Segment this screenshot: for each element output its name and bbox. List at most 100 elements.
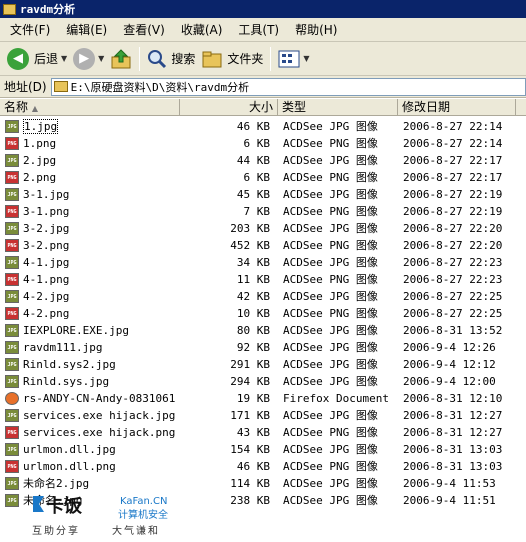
toolbar-separator	[139, 46, 141, 71]
file-size: 46 KB	[236, 460, 270, 473]
jpg-file-icon: JPG	[5, 494, 19, 507]
file-modified: 2006-8-27 22:23	[403, 273, 503, 286]
column-type[interactable]: 类型	[278, 99, 398, 116]
file-type: ACDSee PNG 图像	[283, 273, 378, 286]
title-bar: ravdm分析	[0, 0, 526, 18]
file-row[interactable]: PNG urlmon.dll.png 46 KB ACDSee PNG 图像 2006-…	[0, 458, 526, 475]
file-row[interactable]: PNG 2.png 6 KB ACDSee PNG 图像 2006-8-27 22:17	[0, 169, 526, 186]
file-row[interactable]: JPG 1.jpg 46 KB ACDSee JPG 图像 2006-8-27 22:1…	[0, 118, 526, 135]
file-row[interactable]: PNG 4-2.png 10 KB ACDSee PNG 图像 2006-8-27 22…	[0, 305, 526, 322]
file-row[interactable]: PNG 3-2.png 452 KB ACDSee PNG 图像 2006-8-27 2…	[0, 237, 526, 254]
file-size: 45 KB	[236, 188, 270, 201]
menu-favorites[interactable]: 收藏(A)	[173, 21, 231, 38]
file-size: 452 KB	[230, 239, 270, 252]
file-row[interactable]: JPG 2.jpg 44 KB ACDSee JPG 图像 2006-8-27 22:1…	[0, 152, 526, 169]
jpg-file-icon: JPG	[5, 256, 19, 269]
file-name: urlmon.dll.png	[23, 460, 116, 473]
menu-tools[interactable]: 工具(T)	[230, 21, 287, 38]
menu-edit[interactable]: 编辑(E)	[58, 21, 115, 38]
file-row[interactable]: JPG IEXPLORE.EXE.jpg 80 KB ACDSee JPG 图像 200…	[0, 322, 526, 339]
file-modified: 2006-9-4 12:12	[403, 358, 496, 371]
file-name: Rinld.sys.jpg	[23, 375, 110, 388]
jpg-file-icon: JPG	[5, 375, 19, 388]
file-name: 2.jpg	[23, 154, 57, 167]
folders-button[interactable]: 文件夹	[198, 45, 266, 73]
jpg-file-icon: JPG	[5, 290, 19, 303]
search-label: 搜索	[171, 52, 196, 66]
menu-help[interactable]: 帮助(H)	[287, 21, 345, 38]
file-row[interactable]: JPG 3-1.jpg 45 KB ACDSee JPG 图像 2006-8-27 22…	[0, 186, 526, 203]
file-size: 34 KB	[236, 256, 270, 269]
column-modified[interactable]: 修改日期	[398, 99, 516, 116]
file-row[interactable]: JPG services.exe hijack.jpg 171 KB ACDSee J…	[0, 407, 526, 424]
file-row[interactable]: JPG Rinld.sys.jpg 294 KB ACDSee JPG 图像 2006-…	[0, 373, 526, 390]
file-type: ACDSee PNG 图像	[283, 307, 378, 320]
file-row[interactable]: JPG ravdm111.jpg 92 KB ACDSee JPG 图像 2006-9-…	[0, 339, 526, 356]
chevron-down-icon[interactable]: ▼	[61, 54, 67, 63]
views-button[interactable]: ▼	[275, 45, 312, 73]
file-row[interactable]: JPG urlmon.dll.jpg 154 KB ACDSee JPG 图像 2006…	[0, 441, 526, 458]
file-type: ACDSee JPG 图像	[283, 477, 378, 490]
file-size: 238 KB	[230, 494, 270, 507]
file-type: ACDSee PNG 图像	[283, 460, 378, 473]
jpg-file-icon: JPG	[5, 409, 19, 422]
file-row[interactable]: PNG 4-1.png 11 KB ACDSee PNG 图像 2006-8-27 22…	[0, 271, 526, 288]
file-row[interactable]: PNG services.exe hijack.png 43 KB ACDSee PN…	[0, 424, 526, 441]
png-file-icon: PNG	[5, 460, 19, 473]
file-size: 80 KB	[236, 324, 270, 337]
file-size: 294 KB	[230, 375, 270, 388]
file-modified: 2006-8-27 22:20	[403, 222, 503, 235]
views-icon	[278, 50, 300, 67]
png-file-icon: PNG	[5, 137, 19, 150]
file-size: 291 KB	[230, 358, 270, 371]
file-row[interactable]: JPG Rinld.sys2.jpg 291 KB ACDSee JPG 图像 2006…	[0, 356, 526, 373]
file-modified: 2006-8-27 22:20	[403, 239, 503, 252]
png-file-icon: PNG	[5, 426, 19, 439]
file-name: 4-1.jpg	[23, 256, 70, 269]
back-button[interactable]: ◀ 后退 ▼	[4, 45, 70, 73]
file-name: IEXPLORE.EXE.jpg	[23, 324, 129, 337]
toolbar: ◀ 后退 ▼ ▶ ▼ 搜索 文件夹 ▼	[0, 42, 526, 76]
file-row[interactable]: JPG 4-2.jpg 42 KB ACDSee JPG 图像 2006-8-27 22…	[0, 288, 526, 305]
menu-view[interactable]: 查看(V)	[115, 21, 173, 38]
file-row[interactable]: JPG 未命名2.jpg 114 KB ACDSee JPG 图像 2006-9-4 1…	[0, 475, 526, 492]
file-row[interactable]: PNG 1.png 6 KB ACDSee PNG 图像 2006-8-27 22:14	[0, 135, 526, 152]
file-size: 46 KB	[236, 120, 270, 133]
address-input[interactable]: E:\原硬盘资料\D\资料\ravdm分析	[50, 77, 526, 96]
column-size[interactable]: 大小	[180, 99, 278, 116]
file-type: ACDSee JPG 图像	[283, 358, 378, 371]
file-row[interactable]: JPG 4-1.jpg 34 KB ACDSee JPG 图像 2006-8-27 22…	[0, 254, 526, 271]
svg-text:互助分享: 互助分享	[32, 524, 80, 537]
file-name: 3-2.png	[23, 239, 70, 252]
file-modified: 2006-8-31 13:03	[403, 443, 503, 456]
up-folder-button[interactable]	[107, 45, 135, 73]
file-row[interactable]: rs-ANDY-CN-Andy-0831061... 19 KB Firefox D…	[0, 390, 526, 407]
file-row[interactable]: PNG 3-1.png 7 KB ACDSee PNG 图像 2006-8-27 22:…	[0, 203, 526, 220]
jpg-file-icon: JPG	[5, 324, 19, 337]
file-name: Rinld.sys2.jpg	[23, 358, 116, 371]
file-modified: 2006-9-4 11:53	[403, 477, 496, 490]
svg-text:计算机安全: 计算机安全	[118, 508, 168, 521]
file-size: 11 KB	[236, 273, 270, 286]
file-modified: 2006-8-27 22:19	[403, 188, 503, 201]
search-icon	[148, 49, 167, 68]
column-extra[interactable]	[516, 99, 526, 116]
forward-button[interactable]: ▶ ▼	[70, 45, 107, 73]
chevron-down-icon[interactable]: ▼	[98, 54, 104, 63]
file-modified: 2006-8-27 22:17	[403, 154, 503, 167]
svg-text:卡饭: 卡饭	[46, 495, 82, 517]
chevron-down-icon[interactable]: ▼	[303, 54, 309, 63]
folders-label: 文件夹	[227, 52, 264, 66]
menu-file[interactable]: 文件(F)	[2, 21, 58, 38]
file-type: ACDSee PNG 图像	[283, 137, 378, 150]
search-button[interactable]: 搜索	[144, 45, 198, 73]
file-type: ACDSee PNG 图像	[283, 171, 378, 184]
explorer-window: ravdm分析 文件(F) 编辑(E) 查看(V) 收藏(A) 工具(T) 帮助…	[0, 0, 526, 542]
address-label: 地址(D)	[4, 80, 47, 94]
file-row[interactable]: JPG 3-2.jpg 203 KB ACDSee JPG 图像 2006-8-27 2…	[0, 220, 526, 237]
column-name[interactable]: 名称 ▲	[0, 99, 180, 116]
folder-icon	[53, 81, 68, 92]
png-file-icon: PNG	[5, 171, 19, 184]
folder-icon	[3, 3, 16, 15]
png-file-icon: PNG	[5, 307, 19, 320]
